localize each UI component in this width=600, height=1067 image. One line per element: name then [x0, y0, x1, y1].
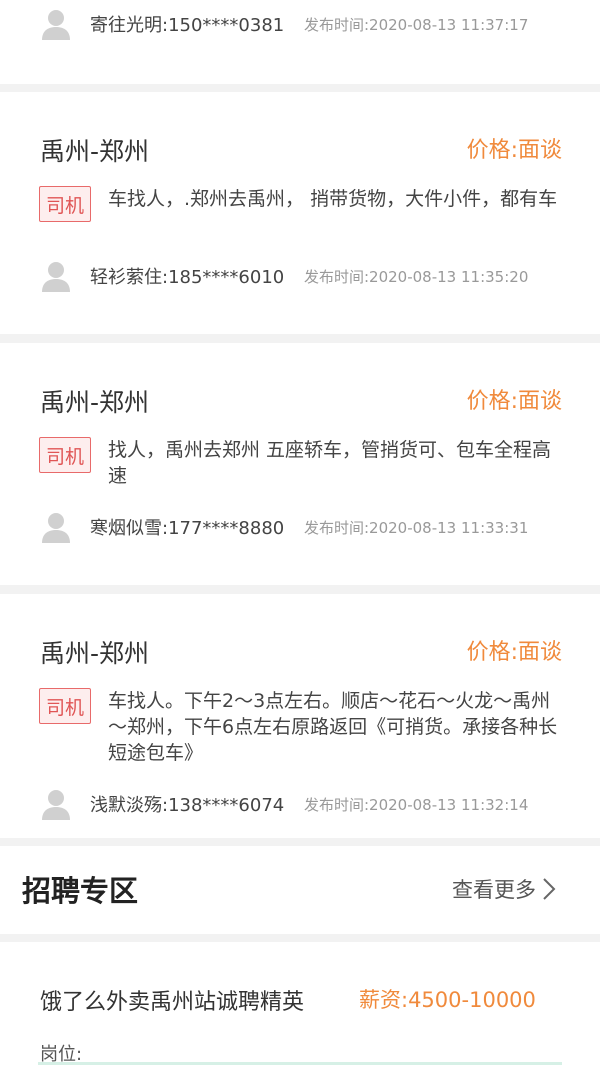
publish-time: 发布时间:2020-08-13 11:32:14: [304, 795, 529, 814]
user-avatar-icon: [42, 513, 70, 543]
user-name: 寄往光明:150****0381: [90, 15, 285, 36]
view-more-link[interactable]: 查看更多: [452, 874, 556, 904]
user-row: 浅默淡殇:138****6074 发布时间:2020-08-13 11:32:1…: [0, 784, 600, 824]
user-avatar-icon: [42, 262, 70, 292]
listing-description: 车找人，.郑州去禹州， 捎带货物，大件小件，都有车: [108, 188, 558, 210]
price-label: 价格:面谈: [466, 640, 562, 665]
listing-card[interactable]: 禹州-郑州 价格:面谈 司机 找人，禹州去郑州 五座轿车，管捎货可、包车全程高速…: [0, 343, 600, 585]
route-title: 禹州-郑州: [40, 639, 150, 668]
driver-badge: 司机: [39, 688, 91, 724]
user-name: 轻衫萦住:185****6010: [90, 267, 285, 288]
job-title: 饿了么外卖禹州站诚聘精英: [40, 990, 305, 1015]
price-label: 价格:面谈: [466, 389, 562, 414]
route-title: 禹州-郑州: [40, 137, 150, 166]
publish-time: 发布时间:2020-08-13 11:37:17: [304, 15, 529, 34]
user-row: 寄往光明:150****0381 发布时间:2020-08-13 11:37:1…: [0, 4, 600, 44]
user-avatar-icon: [42, 10, 70, 40]
user-row: 轻衫萦住:185****6010 发布时间:2020-08-13 11:35:2…: [0, 256, 600, 296]
listing-card[interactable]: 禹州-郑州 价格:面谈 司机 车找人。下午2～3点左右。顺店～花石～火龙～禹州～…: [0, 594, 600, 838]
listing-card[interactable]: 禹州-郑州 价格:面谈 司机 车找人，.郑州去禹州， 捎带货物，大件小件，都有车…: [0, 92, 600, 334]
driver-badge: 司机: [39, 437, 91, 473]
listing-description: 车找人。下午2～3点左右。顺店～花石～火龙～禹州～郑州，下午6点左右原路返回《可…: [108, 690, 558, 764]
section-title: 招聘专区: [22, 874, 139, 908]
publish-time: 发布时间:2020-08-13 11:35:20: [304, 267, 529, 286]
listing-description: 找人，禹州去郑州 五座轿车，管捎货可、包车全程高速: [108, 439, 552, 487]
route-title: 禹州-郑州: [40, 388, 150, 417]
price-label: 价格:面谈: [466, 138, 562, 163]
view-more-label: 查看更多: [452, 878, 536, 902]
chevron-right-icon: [543, 878, 556, 900]
user-avatar-icon: [42, 790, 70, 820]
user-name: 浅默淡殇:138****6074: [90, 795, 285, 816]
publish-time: 发布时间:2020-08-13 11:33:31: [304, 518, 529, 537]
driver-badge: 司机: [39, 186, 91, 222]
user-row: 寒烟似雪:177****8880 发布时间:2020-08-13 11:33:3…: [0, 507, 600, 547]
user-name: 寒烟似雪:177****8880: [90, 518, 285, 539]
position-underline: [38, 1062, 562, 1065]
listing-card[interactable]: 寄往光明:150****0381 发布时间:2020-08-13 11:37:1…: [0, 0, 600, 84]
salary-label: 薪资:4500-10000: [359, 988, 536, 1012]
